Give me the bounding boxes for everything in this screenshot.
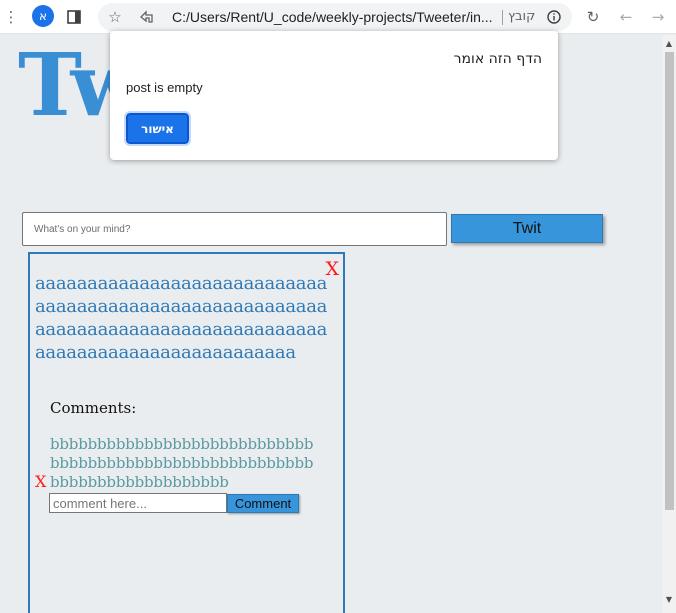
file-label: קובץ — [508, 9, 536, 24]
scroll-thumb[interactable] — [665, 52, 674, 510]
twit-button[interactable]: Twit — [451, 214, 603, 243]
dialog-message: post is empty — [126, 80, 203, 95]
post-card: X aaaaaaaaaaaaaaaaaaaaaaaaaaaaaaaaaaaaaa… — [28, 252, 345, 613]
side-panel-icon[interactable] — [63, 6, 85, 28]
scroll-up-icon[interactable]: ▲ — [664, 39, 674, 48]
comment-button[interactable]: Comment — [227, 494, 299, 513]
profile-avatar[interactable]: א — [32, 5, 54, 27]
omnibox-separator — [502, 10, 503, 25]
star-icon[interactable]: ☆ — [104, 6, 126, 28]
vertical-scrollbar[interactable]: ▲ ▼ — [662, 35, 676, 613]
arrow-forward-icon[interactable]: → — [647, 6, 669, 28]
ok-button[interactable]: אישור — [124, 111, 191, 146]
url-text[interactable]: C:/Users/Rent/U_code/weekly-projects/Twe… — [172, 9, 492, 25]
comments-title: Comments: — [50, 399, 137, 417]
comment-input[interactable] — [49, 493, 227, 513]
share-icon[interactable] — [135, 6, 157, 28]
more-vert-icon[interactable]: ⋮ — [0, 6, 22, 28]
browser-toolbar: ⋮ א ☆ C:/Users/Rent/U_code/weekly-projec… — [0, 0, 676, 34]
post-input[interactable] — [22, 212, 447, 246]
address-bar[interactable]: ☆ C:/Users/Rent/U_code/weekly-projects/T… — [98, 3, 572, 31]
reload-icon[interactable]: ↻ — [582, 6, 604, 28]
post-text: aaaaaaaaaaaaaaaaaaaaaaaaaaaaaaaaaaaaaaaa… — [35, 273, 328, 363]
comment-text: bbbbbbbbbbbbbbbbbbbbbbbbbbbbbbbbbbbbbbbb… — [50, 435, 314, 491]
delete-comment-button[interactable]: X — [35, 474, 46, 490]
dialog-title: הדף הזה אומר — [453, 51, 542, 67]
arrow-back-icon[interactable]: ← — [615, 6, 637, 28]
info-icon[interactable] — [543, 6, 565, 28]
alert-dialog: הדף הזה אומר post is empty אישור — [110, 31, 558, 160]
scroll-down-icon[interactable]: ▼ — [664, 595, 674, 604]
